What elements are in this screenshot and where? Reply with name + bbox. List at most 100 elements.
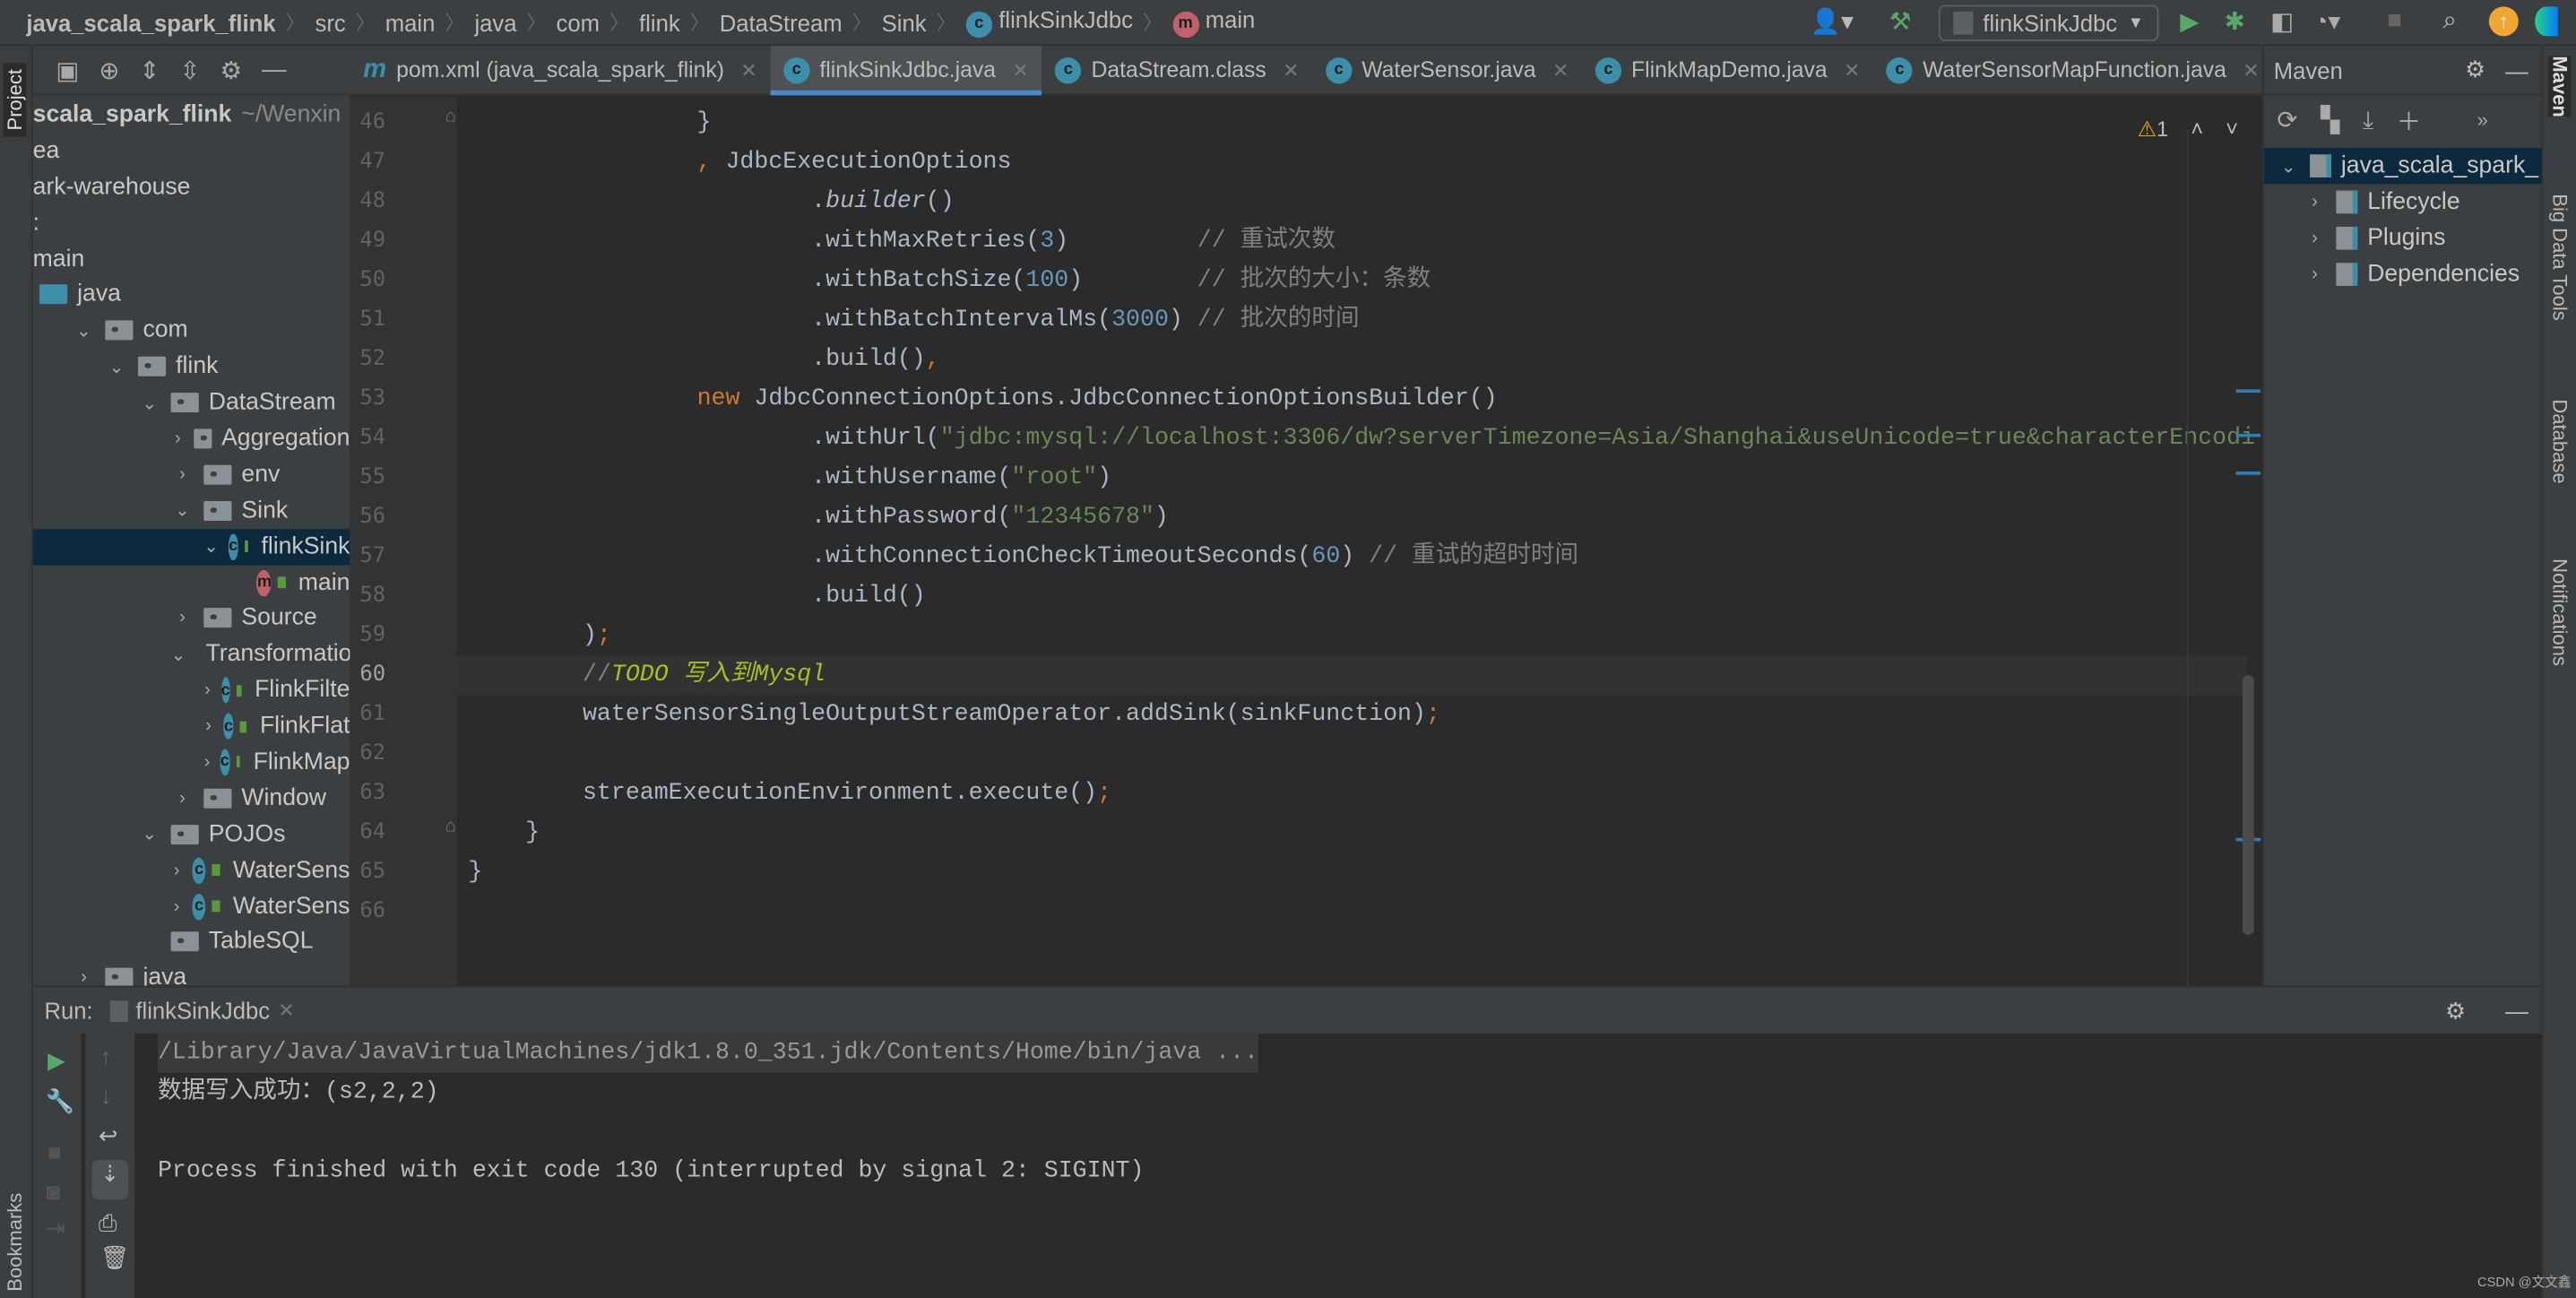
stop-icon[interactable]: ■ xyxy=(2387,6,2402,34)
chevron-right-icon[interactable]: › xyxy=(171,428,186,448)
close-icon[interactable]: ✕ xyxy=(1552,58,1569,82)
tree-item[interactable]: › Source xyxy=(33,601,350,636)
tree-item[interactable]: › java xyxy=(33,960,350,986)
tree-item[interactable]: ⌄ Transformatio xyxy=(33,636,350,672)
chevron-right-icon[interactable]: › xyxy=(203,680,211,700)
run-icon[interactable]: ▶ xyxy=(2180,6,2199,36)
chevron-right-icon[interactable]: › xyxy=(171,464,194,484)
expand-all-icon[interactable]: ⇕ xyxy=(139,55,160,84)
chevron-down-icon[interactable]: ⌄ xyxy=(203,536,219,558)
editor-tab[interactable]: c DataStream.class ✕ xyxy=(1042,45,1313,94)
tree-item[interactable]: ea xyxy=(33,133,350,169)
close-icon[interactable]: ✕ xyxy=(278,999,294,1022)
down-arrow-icon[interactable]: ↓ xyxy=(100,1083,134,1109)
chevron-right-icon[interactable]: › xyxy=(171,789,194,809)
chevron-right-icon[interactable]: › xyxy=(203,752,211,772)
notifications-tool-tab[interactable]: Notifications xyxy=(2548,558,2572,666)
tree-item[interactable]: ⌄ com xyxy=(33,313,350,349)
tree-item[interactable]: › c FlinkFlat xyxy=(33,708,350,744)
tree-item[interactable]: TableSQL xyxy=(33,924,350,960)
tree-item[interactable]: › c FlinkMap xyxy=(33,744,350,780)
locate-icon[interactable]: ⊕ xyxy=(99,55,119,84)
big-data-tools-tab[interactable]: Big Data Tools xyxy=(2548,194,2572,320)
close-icon[interactable]: ✕ xyxy=(1844,58,1860,82)
chevron-right-icon[interactable]: › xyxy=(171,861,183,880)
tree-item[interactable]: › c WaterSens xyxy=(33,888,350,924)
scroll-to-end-icon[interactable]: ⇣ xyxy=(91,1160,128,1200)
account-icon[interactable]: 👤▾ xyxy=(1811,6,1854,36)
search-icon[interactable]: ⌕ xyxy=(2443,6,2457,34)
debug-icon[interactable]: ✱ xyxy=(2225,6,2245,36)
editor-tab[interactable]: c flinkSinkJdbc.java ✕ xyxy=(770,45,1043,95)
maven-tree-item[interactable]: › Plugins xyxy=(2264,221,2542,256)
maven-tree-item[interactable]: › Dependencies xyxy=(2264,256,2542,292)
exit-icon[interactable]: ⇥ xyxy=(46,1215,80,1242)
run-tab[interactable]: flinkSinkJdbc ✕ xyxy=(109,998,295,1024)
maven-tool-tab[interactable]: Maven xyxy=(2547,56,2572,117)
hide-icon[interactable]: — xyxy=(2505,56,2528,82)
next-highlight-icon[interactable]: ˅ xyxy=(2226,117,2238,141)
chevron-right-icon[interactable]: › xyxy=(2304,229,2327,248)
editor-scrollbar[interactable] xyxy=(2242,675,2254,935)
breadcrumb-item[interactable]: c flinkSinkJdbc xyxy=(956,7,1143,38)
editor-tab[interactable]: c WaterSensor.java ✕ xyxy=(1312,45,1582,94)
download-icon[interactable]: ⤓ xyxy=(2363,106,2373,134)
chevron-right-icon[interactable]: › xyxy=(203,716,213,736)
stop-icon[interactable]: ■ xyxy=(48,1138,81,1164)
tree-root[interactable]: scala_spark_flink ~/Wenxin xyxy=(33,97,350,133)
build-hammer-icon[interactable]: ⚒ xyxy=(1889,6,1912,36)
chevron-right-icon[interactable]: › xyxy=(73,968,96,986)
chevron-down-icon[interactable]: ⌄ xyxy=(138,824,161,845)
tree-item[interactable]: › Aggregation xyxy=(33,420,350,456)
tree-item[interactable]: main xyxy=(33,241,350,277)
breadcrumb-item[interactable]: java xyxy=(464,9,526,35)
rerun-icon[interactable]: ▶ xyxy=(48,1047,81,1075)
chevron-right-icon[interactable]: › xyxy=(2304,264,2327,284)
chevron-down-icon[interactable]: ⌄ xyxy=(171,644,186,665)
breadcrumb-item[interactable]: DataStream xyxy=(710,9,852,35)
fold-marker-icon[interactable]: ⌂ xyxy=(445,107,456,126)
breadcrumb-item[interactable]: java_scala_spark_flink xyxy=(16,9,285,35)
project-tool-tab[interactable]: Project xyxy=(3,62,27,137)
tree-item[interactable]: ark-warehouse xyxy=(33,169,350,204)
close-icon[interactable]: ✕ xyxy=(1012,58,1028,82)
reload-icon[interactable]: ⟳ xyxy=(2277,105,2297,134)
chevron-right-icon[interactable]: › xyxy=(2304,192,2327,212)
up-arrow-icon[interactable]: ↑ xyxy=(100,1043,134,1069)
close-icon[interactable]: ✕ xyxy=(740,58,756,82)
update-icon[interactable]: ↑ xyxy=(2488,6,2519,37)
wrench-icon[interactable]: 🔧 xyxy=(46,1087,80,1115)
tree-item[interactable]: ⌄ flink xyxy=(33,349,350,385)
tree-item[interactable]: ⌄ POJOs xyxy=(33,817,350,852)
tree-item[interactable]: : xyxy=(33,205,350,241)
database-tool-tab[interactable]: Database xyxy=(2548,399,2572,483)
maven-tree-item[interactable]: › Lifecycle xyxy=(2264,184,2542,220)
soft-wrap-icon[interactable]: ↩ xyxy=(99,1122,134,1150)
gear-icon[interactable]: ⚙ xyxy=(2465,56,2485,83)
trash-icon[interactable]: 🗑 xyxy=(100,1244,134,1272)
breadcrumb-item[interactable]: Sink xyxy=(872,9,937,35)
chevron-down-icon[interactable]: ⌄ xyxy=(73,320,96,342)
chevron-down-icon[interactable]: ⌄ xyxy=(171,500,194,521)
chevron-down-icon[interactable]: ⌄ xyxy=(105,356,128,377)
print-icon[interactable]: ⎙ xyxy=(99,1209,134,1237)
chevron-down-icon[interactable]: ⌄ xyxy=(2277,155,2300,177)
toolbox-icon[interactable] xyxy=(2535,6,2558,37)
breadcrumb-item[interactable]: m main xyxy=(1163,7,1265,38)
tree-item[interactable]: ⌄ c flinkSink xyxy=(32,528,350,565)
tree-item[interactable]: › Window xyxy=(33,780,350,816)
breadcrumb-item[interactable]: main xyxy=(376,9,445,35)
run-configuration-select[interactable]: flinkSinkJdbc ▼ xyxy=(1938,4,2159,41)
bookmarks-tool-tab[interactable]: Bookmarks xyxy=(4,1193,27,1292)
project-view-icon[interactable]: ▣ xyxy=(56,55,79,84)
collapse-all-icon[interactable]: ⇳ xyxy=(179,55,200,84)
tree-item[interactable]: › env xyxy=(33,456,350,492)
tree-item[interactable]: java xyxy=(33,277,350,313)
profile-icon[interactable]: ◔▾ xyxy=(2313,6,2340,36)
breadcrumb-item[interactable]: src xyxy=(306,9,356,35)
chevron-right-icon[interactable]: › xyxy=(171,896,183,916)
code-editor[interactable]: 46 47 48 49 50 51 52 53 54 55 56 57 58 59 60 61 62 63 64 65… xyxy=(350,97,2262,986)
editor-tab[interactable]: c WaterSensorMapFunction.java ✕ xyxy=(1873,45,2272,94)
breadcrumb-item[interactable]: com xyxy=(547,9,609,35)
tree-item[interactable]: › c WaterSens xyxy=(33,852,350,888)
